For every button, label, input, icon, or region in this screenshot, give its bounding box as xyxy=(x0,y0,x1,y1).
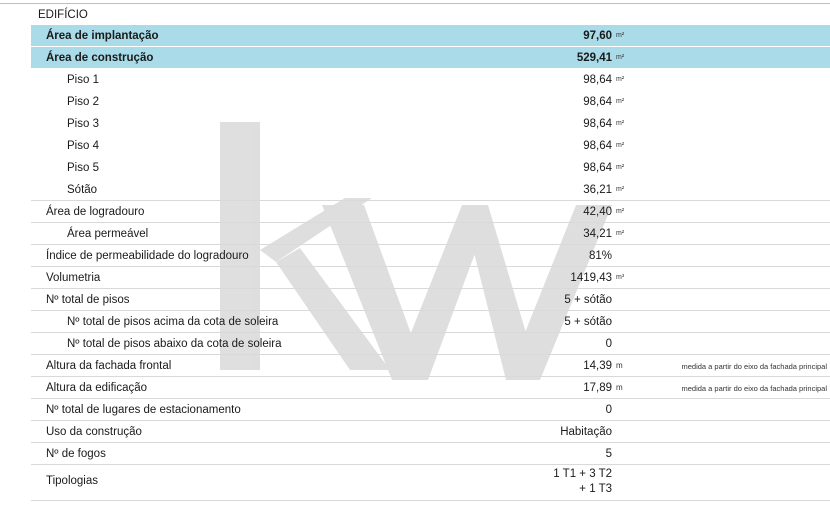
row-label: Índice de permeabilidade do logradouro xyxy=(46,250,249,262)
row-value-line: + 1 T3 xyxy=(579,483,612,495)
row-unit: m² xyxy=(616,230,625,237)
row-value: 42,40 xyxy=(583,206,612,218)
row-value: 529,41 xyxy=(576,52,612,64)
row-label: Área de logradouro xyxy=(46,206,145,218)
row-label: Piso 3 xyxy=(67,118,99,130)
row-label: Piso 1 xyxy=(67,74,99,86)
row-value: 36,21 xyxy=(583,184,612,196)
row-label: Área de construção xyxy=(46,52,154,64)
table-row: Nº total de lugares de estacionamento 0 xyxy=(31,399,830,421)
row-value: 0 xyxy=(605,404,612,416)
row-value: 98,64 xyxy=(583,74,612,86)
row-label: Piso 2 xyxy=(67,96,99,108)
table-row: Altura da edificação 17,89 m medida a parti… xyxy=(31,377,830,399)
row-label: Nº total de pisos xyxy=(46,294,130,306)
table-row: Uso da construção Habitação xyxy=(31,421,830,443)
table-row: Piso 2 98,64 m² xyxy=(31,91,830,113)
row-value: 98,64 xyxy=(583,118,612,130)
table-row: Piso 4 98,64 m² xyxy=(31,135,830,157)
table-row: Área de construção 529,41 m² xyxy=(31,47,830,69)
row-unit: m² xyxy=(616,186,625,193)
table-row: Piso 3 98,64 m² xyxy=(31,113,830,135)
row-label: Piso 5 xyxy=(67,162,99,174)
row-note: medida a partir do eixo da fachada princ… xyxy=(681,362,827,371)
table-row: Nº total de pisos 5 + sótão xyxy=(31,289,830,311)
table-row: Nº total de pisos acima da cota de solei… xyxy=(31,311,830,333)
row-note: medida a partir do eixo da fachada princ… xyxy=(681,384,827,393)
row-unit: m xyxy=(616,361,623,370)
row-unit: m² xyxy=(616,98,625,105)
row-value: 5 + sótão xyxy=(564,316,612,328)
row-value: 98,64 xyxy=(583,140,612,152)
row-label: Nº total de lugares de estacionamento xyxy=(46,404,241,416)
row-label: Altura da fachada frontal xyxy=(46,360,172,372)
row-value: 98,64 xyxy=(583,162,612,174)
table-row: Índice de permeabilidade do logradouro 81… xyxy=(31,245,830,267)
row-value: 17,89 xyxy=(583,382,612,394)
row-unit: m² xyxy=(616,120,625,127)
building-data-table: Área de implantação 97,60 m² Área de constr… xyxy=(31,25,830,501)
section-header: EDIFÍCIO xyxy=(0,3,830,26)
row-label: Uso da construção xyxy=(46,426,142,438)
row-value: 97,60 xyxy=(583,30,612,42)
row-value: 14,39 xyxy=(583,360,612,372)
row-unit: m² xyxy=(616,32,625,39)
row-value: 1419,43 xyxy=(570,272,612,284)
row-unit: m² xyxy=(616,54,625,61)
row-value: 81% xyxy=(588,250,612,262)
row-value: 5 + sótão xyxy=(564,294,612,306)
row-label: Piso 4 xyxy=(67,140,99,152)
row-label: Nº de fogos xyxy=(46,448,106,460)
row-unit: m² xyxy=(616,164,625,171)
section-title: EDIFÍCIO xyxy=(38,9,88,21)
row-label: Altura da edificação xyxy=(46,382,148,394)
row-label: Nº total de pisos acima da cota de solei… xyxy=(67,316,279,328)
row-unit: m² xyxy=(616,208,625,215)
table-row: Altura da fachada frontal 14,39 m medida a … xyxy=(31,355,830,377)
row-label: Área de implantação xyxy=(46,30,159,42)
row-value: 98,64 xyxy=(583,96,612,108)
row-value: 0 xyxy=(605,338,612,350)
row-unit: m² xyxy=(616,76,625,83)
row-unit: m³ xyxy=(616,274,625,281)
table-row: Piso 5 98,64 m² xyxy=(31,157,830,179)
row-value: 5 xyxy=(605,448,612,460)
table-row: Área de implantação 97,60 m² xyxy=(31,25,830,47)
table-row: Área de logradouro 42,40 m² xyxy=(31,201,830,223)
table-row: Nº de fogos 5 xyxy=(31,443,830,465)
row-label: Sótão xyxy=(67,184,98,196)
row-unit: m xyxy=(616,383,623,392)
table-row: Tipologias 1 T1 + 3 T2 + 1 T3 xyxy=(31,465,830,501)
row-value: 34,21 xyxy=(583,228,612,240)
row-value-line: 1 T1 + 3 T2 xyxy=(553,468,612,480)
row-value: Habitação xyxy=(560,426,612,438)
table-row: Área permeável 34,21 m² xyxy=(31,223,830,245)
table-row: Nº total de pisos abaixo da cota de sole… xyxy=(31,333,830,355)
row-label: Área permeável xyxy=(67,228,149,240)
row-value: 1 T1 + 3 T2 + 1 T3 xyxy=(553,467,612,497)
table-row: Piso 1 98,64 m² xyxy=(31,69,830,91)
row-unit: m² xyxy=(616,142,625,149)
row-label: Volumetria xyxy=(46,272,101,284)
table-row: Volumetria 1419,43 m³ xyxy=(31,267,830,289)
table-row: Sótão 36,21 m² xyxy=(31,179,830,201)
row-label: Nº total de pisos abaixo da cota de sole… xyxy=(67,338,282,350)
row-label: Tipologias xyxy=(46,475,98,487)
